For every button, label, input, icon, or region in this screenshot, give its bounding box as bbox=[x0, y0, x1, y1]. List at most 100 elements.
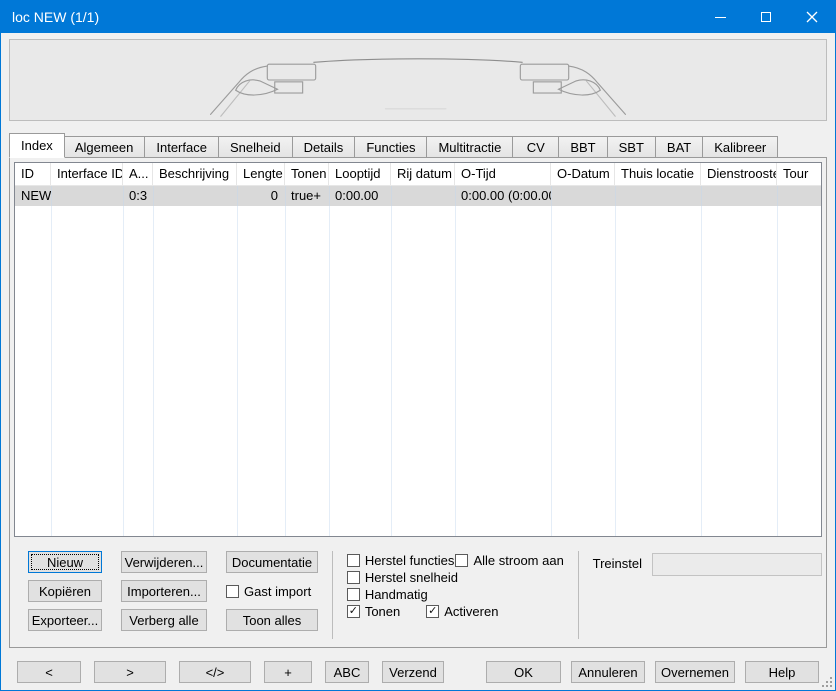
importeren-button[interactable]: Importeren... bbox=[121, 580, 207, 602]
herstel-functies-option: Herstel functies bbox=[347, 553, 455, 568]
table-cell bbox=[701, 186, 777, 206]
column-header[interactable]: ID bbox=[15, 163, 51, 185]
handmatig-label: Handmatig bbox=[360, 587, 428, 602]
column-header[interactable]: Rij datum bbox=[391, 163, 455, 185]
table-cell: 0:00.00 (0:00.00) bbox=[455, 186, 551, 206]
loc-dialog-window: loc NEW (1/1) bbox=[0, 0, 836, 691]
column-header[interactable]: O-Datum bbox=[551, 163, 615, 185]
column-header[interactable]: Interface ID bbox=[51, 163, 123, 185]
treinstel-input[interactable] bbox=[652, 553, 822, 576]
activeren-checkbox[interactable] bbox=[426, 605, 439, 618]
nieuw-button[interactable]: Nieuw bbox=[28, 551, 102, 573]
herstel-functies-checkbox[interactable] bbox=[347, 554, 360, 567]
verwijderen-button[interactable]: Verwijderen... bbox=[121, 551, 207, 573]
prev-loc-button[interactable]: < bbox=[17, 661, 81, 683]
exporteer-button[interactable]: Exporteer... bbox=[28, 609, 102, 631]
verzend-button[interactable]: Verzend bbox=[382, 661, 444, 683]
kopieren-button[interactable]: Kopiëren bbox=[28, 580, 102, 602]
table-cell bbox=[391, 186, 455, 206]
handmatig-option: Handmatig bbox=[347, 587, 428, 602]
close-button[interactable] bbox=[789, 1, 835, 33]
help-button[interactable]: Help bbox=[745, 661, 819, 683]
alle-stroom-aan-label: Alle stroom aan bbox=[468, 553, 563, 568]
tonen-checkbox[interactable] bbox=[347, 605, 360, 618]
tab-kalibreer[interactable]: Kalibreer bbox=[703, 136, 778, 158]
tab-index[interactable]: Index bbox=[9, 133, 65, 158]
action-buttons: Nieuw Verwijderen... Documentatie Kopiër… bbox=[28, 551, 318, 631]
documentatie-button[interactable]: Documentatie bbox=[226, 551, 318, 573]
gast-import-label: Gast import bbox=[239, 584, 311, 599]
table-cell bbox=[615, 186, 701, 206]
alle-stroom-aan-checkbox[interactable] bbox=[455, 554, 468, 567]
table-cell bbox=[153, 186, 237, 206]
column-header[interactable]: Tonen bbox=[285, 163, 329, 185]
abc-button[interactable]: ABC bbox=[325, 661, 369, 683]
option-checkboxes: Herstel functies Alle stroom aan Herstel… bbox=[347, 551, 564, 619]
handmatig-checkbox[interactable] bbox=[347, 588, 360, 601]
ok-button[interactable]: OK bbox=[486, 661, 561, 683]
overnemen-button[interactable]: Overnemen bbox=[655, 661, 735, 683]
annuleren-button[interactable]: Annuleren bbox=[571, 661, 645, 683]
controls-row: Nieuw Verwijderen... Documentatie Kopiër… bbox=[14, 551, 822, 645]
herstel-snelheid-option: Herstel snelheid bbox=[347, 570, 458, 585]
grid-lines bbox=[15, 186, 821, 537]
table-header: IDInterface IDA...BeschrijvingLengteTone… bbox=[15, 163, 821, 186]
tab-cv[interactable]: CV bbox=[513, 136, 559, 158]
tab-snelheid[interactable]: Snelheid bbox=[219, 136, 293, 158]
tonen-option: Tonen bbox=[347, 604, 400, 619]
table-row[interactable]: NEW0:30true+0:00.000:00.00 (0:00.00) bbox=[15, 186, 821, 206]
table-cell: 0:3 bbox=[123, 186, 153, 206]
column-header[interactable]: Looptijd bbox=[329, 163, 391, 185]
column-header[interactable]: O-Tijd bbox=[455, 163, 551, 185]
minimize-button[interactable] bbox=[697, 1, 743, 33]
window-title: loc NEW (1/1) bbox=[1, 9, 99, 25]
table-cell bbox=[51, 186, 123, 206]
column-header[interactable]: Beschrijving bbox=[153, 163, 237, 185]
table-body: NEW0:30true+0:00.000:00.00 (0:00.00) bbox=[15, 186, 821, 537]
column-header[interactable]: A... bbox=[123, 163, 153, 185]
herstel-functies-label: Herstel functies bbox=[360, 553, 455, 568]
tab-bar: IndexAlgemeenInterfaceSnelheidDetailsFun… bbox=[9, 133, 827, 158]
loco-sketch-image bbox=[138, 40, 698, 120]
treinstel-group: Treinstel bbox=[593, 551, 822, 576]
next-loc-button[interactable]: > bbox=[94, 661, 166, 683]
column-header[interactable]: Thuis locatie bbox=[615, 163, 701, 185]
tab-interface[interactable]: Interface bbox=[145, 136, 219, 158]
verberg-alle-button[interactable]: Verberg alle bbox=[121, 609, 207, 631]
resize-grip-handle[interactable] bbox=[822, 677, 832, 687]
maximize-icon bbox=[761, 12, 771, 22]
column-header[interactable]: Lengte bbox=[237, 163, 285, 185]
tab-bat[interactable]: BAT bbox=[656, 136, 703, 158]
vertical-divider bbox=[578, 551, 579, 639]
table-cell: 0 bbox=[237, 186, 285, 206]
gast-import-option: Gast import bbox=[226, 584, 318, 599]
tab-multitractie[interactable]: Multitractie bbox=[427, 136, 513, 158]
column-header[interactable]: Tour bbox=[777, 163, 822, 185]
maximize-button[interactable] bbox=[743, 1, 789, 33]
loc-table: IDInterface IDA...BeschrijvingLengteTone… bbox=[14, 162, 822, 537]
minimize-icon bbox=[715, 17, 726, 18]
close-icon bbox=[806, 11, 818, 23]
window-controls bbox=[697, 1, 835, 33]
column-header[interactable]: Dienstrooster bbox=[701, 163, 777, 185]
tonen-label: Tonen bbox=[360, 604, 400, 619]
xml-button[interactable]: </> bbox=[179, 661, 251, 683]
herstel-snelheid-checkbox[interactable] bbox=[347, 571, 360, 584]
tab-sbt[interactable]: SBT bbox=[608, 136, 656, 158]
tab-details[interactable]: Details bbox=[293, 136, 356, 158]
dialog-content: IndexAlgemeenInterfaceSnelheidDetailsFun… bbox=[1, 33, 835, 690]
toon-alles-button[interactable]: Toon alles bbox=[226, 609, 318, 631]
herstel-snelheid-label: Herstel snelheid bbox=[360, 570, 458, 585]
table-cell: 0:00.00 bbox=[329, 186, 391, 206]
loco-preview bbox=[9, 39, 827, 121]
dialog-buttons: OK Annuleren Overnemen Help bbox=[476, 661, 819, 683]
bottom-bar: < > </> + ABC Verzend OK Annuleren Overn… bbox=[9, 661, 827, 683]
vertical-divider bbox=[332, 551, 333, 639]
gast-import-checkbox[interactable] bbox=[226, 585, 239, 598]
alle-stroom-aan-option: Alle stroom aan bbox=[455, 553, 563, 568]
tab-bbt[interactable]: BBT bbox=[559, 136, 607, 158]
title-bar: loc NEW (1/1) bbox=[1, 1, 835, 33]
tab-functies[interactable]: Functies bbox=[355, 136, 427, 158]
tab-algemeen[interactable]: Algemeen bbox=[64, 136, 146, 158]
plus-button[interactable]: + bbox=[264, 661, 312, 683]
